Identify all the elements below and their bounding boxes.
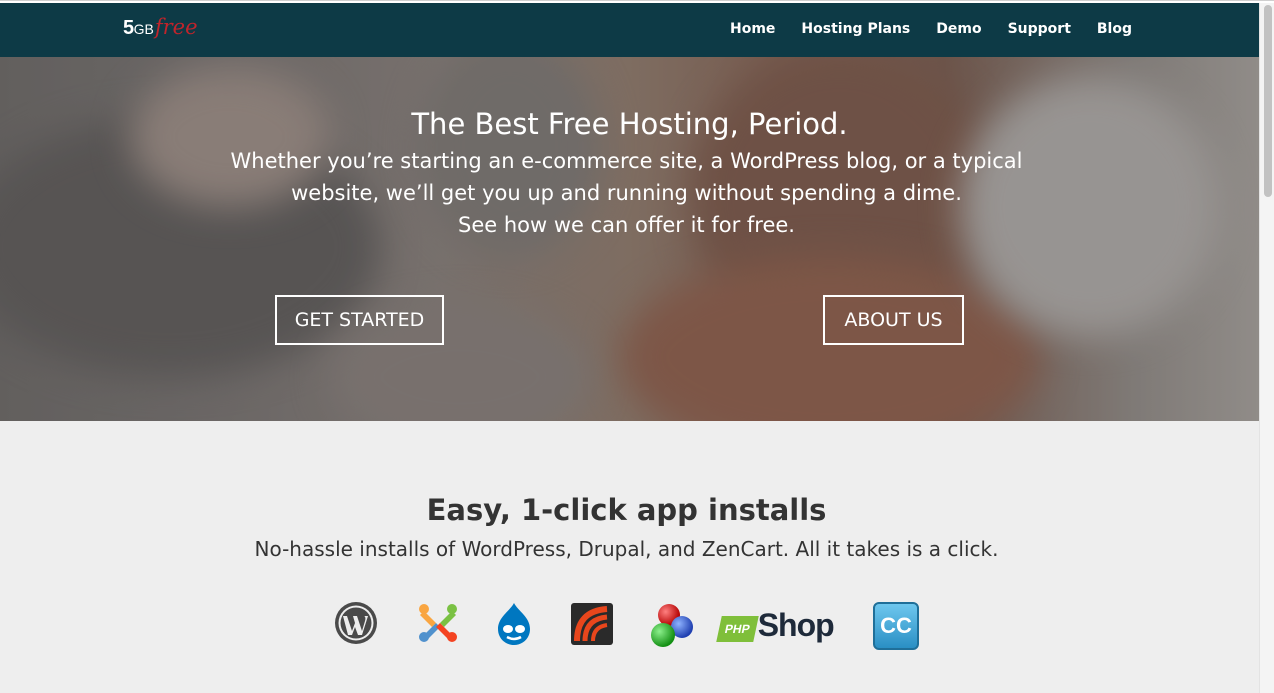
concrete-cms-icon[interactable]: CC [872,601,920,651]
zencart-icon[interactable] [569,601,615,647]
hero-subtitle-line: Whether you’re starting an e-commerce si… [230,149,1023,173]
phpshop-word: Shop [757,606,835,643]
hero-subtitle-line: See how we can offer it for free. [458,213,795,237]
apps-title: Easy, 1-click app installs [426,493,827,527]
get-started-button[interactable]: GET STARTED [275,295,444,345]
hero-subtitle-line: website, we’ll get you up and running wi… [291,181,962,205]
nav-demo[interactable]: Demo [936,21,981,37]
logo-script: free [154,15,198,39]
wordpress-icon[interactable] [334,601,378,645]
hero-title: The Best Free Hosting, Period. [411,107,848,141]
concrete-cms-tile: CC [873,602,919,650]
page-scrollbar[interactable] [1259,3,1274,693]
scrollbar-thumb[interactable] [1264,5,1272,197]
site-logo[interactable]: 5 GB free [123,15,198,41]
oscommerce-icon[interactable] [647,601,695,649]
logo-unit: GB [133,21,154,37]
phpshop-badge: PHP [716,616,759,642]
about-us-button[interactable]: ABOUT US [823,295,964,345]
logo-number: 5 [123,17,134,39]
concrete-cms-label: CC [880,613,912,638]
nav-blog[interactable]: Blog [1097,21,1132,37]
nav-support[interactable]: Support [1008,21,1071,37]
nav-hosting-plans[interactable]: Hosting Plans [801,21,910,37]
phpshop-icon[interactable]: PHP Shop [716,601,847,649]
top-navbar: 5 GB free Home Hosting Plans Demo Suppor… [0,3,1259,57]
apps-subtitle: No-hassle installs of WordPress, Drupal,… [254,537,999,561]
nav-home[interactable]: Home [730,21,775,37]
main-nav: Home Hosting Plans Demo Support Blog [704,21,1132,37]
drupal-icon[interactable] [494,601,534,647]
joomla-icon[interactable] [416,601,460,645]
hero-banner: The Best Free Hosting, Period. Whether y… [0,57,1259,421]
app-installs-section: Easy, 1-click app installs No-hassle ins… [0,421,1259,693]
